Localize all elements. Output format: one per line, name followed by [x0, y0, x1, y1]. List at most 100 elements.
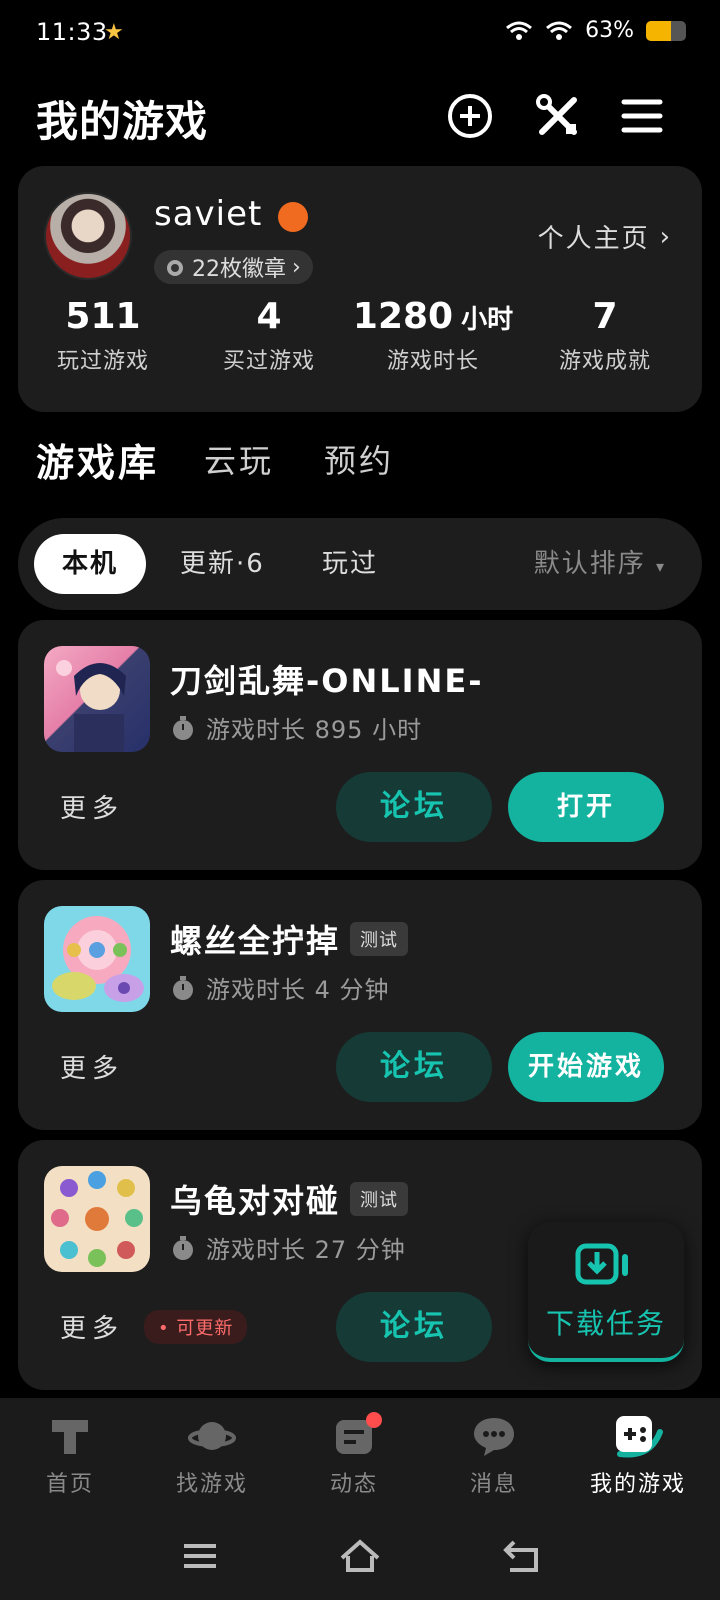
username: saviet [154, 194, 263, 234]
download-label: 下载任务 [545, 1307, 666, 1340]
stopwatch-icon [173, 975, 193, 1000]
badges-pill[interactable]: 22枚徽章 › [154, 250, 313, 284]
notification-dot [366, 1412, 382, 1428]
forum-button[interactable]: 论坛 [336, 1292, 492, 1362]
wifi-icon [546, 21, 573, 40]
open-button[interactable]: 打开 [508, 772, 664, 842]
nav-home[interactable]: 首页 [10, 1412, 130, 1498]
stat-bought[interactable]: 4 买过游戏 [184, 296, 354, 375]
game-icon [44, 646, 150, 752]
stat-value: 4 [256, 296, 282, 337]
game-card[interactable]: 螺丝全拧掉 测试 游戏时长 4 分钟 更多 论坛 开始游戏 [18, 880, 702, 1130]
stat-value: 1280 [352, 296, 454, 337]
playtime-label: 游戏时长 895 小时 [206, 716, 423, 744]
game-icon [44, 1166, 150, 1272]
page-header: 我的游戏 [0, 84, 720, 148]
game-card[interactable]: 刀剑乱舞-ONLINE- 游戏时长 895 小时 更多 论坛 打开 [18, 620, 702, 870]
sort-label: 默认排序 [533, 549, 646, 579]
verified-badge-icon [278, 202, 308, 232]
recents-icon[interactable] [178, 1534, 222, 1578]
filter-local[interactable]: 本机 [34, 534, 147, 594]
tab-label: 游戏库 [36, 441, 160, 485]
more-button[interactable]: 更多 [60, 788, 124, 825]
more-button[interactable]: 更多 [60, 1048, 124, 1085]
chevron-right-icon: › [292, 254, 301, 280]
game-title: 乌龟对对碰 [170, 1182, 341, 1220]
game-icon [44, 906, 150, 1012]
tab-cloud[interactable]: 云玩 [204, 436, 274, 482]
test-tag: 测试 [350, 1182, 409, 1216]
game-name: 螺丝全拧掉 测试 [170, 916, 409, 962]
more-label: 更多 [60, 1314, 125, 1344]
filter-updates[interactable]: 更新·6 [180, 534, 265, 594]
filter-played[interactable]: 玩过 [322, 534, 378, 594]
status-time: 11:33 [36, 18, 108, 46]
bottom-nav: 首页 找游戏 动态 消息 我的游戏 [0, 1398, 720, 1510]
stat-value: 511 [65, 296, 141, 337]
medal-icon [167, 260, 183, 276]
stat-achievements[interactable]: 7 游戏成就 [520, 296, 690, 375]
more-label: 更多 [60, 794, 125, 824]
profile-card: saviet 22枚徽章 › 个人主页 › 511 玩过游戏 4 买过游戏 12… [18, 166, 702, 412]
home-icon [52, 1420, 88, 1454]
game-playtime: 游戏时长 4 分钟 [170, 970, 390, 1005]
download-tasks-button[interactable]: 下载任务 [528, 1222, 684, 1362]
chevron-right-icon: › [659, 221, 672, 252]
game-playtime: 游戏时长 27 分钟 [170, 1230, 406, 1265]
stat-label: 游戏成就 [558, 349, 651, 374]
status-right: 63% [505, 18, 686, 43]
sort-dropdown[interactable]: 默认排序 ▾ [534, 534, 666, 594]
avatar[interactable] [44, 192, 132, 280]
stat-played[interactable]: 511 玩过游戏 [18, 296, 188, 375]
game-name: 乌龟对对碰 测试 [170, 1176, 409, 1222]
homepage-label: 个人主页 [537, 224, 650, 254]
stat-value: 7 [592, 296, 618, 337]
stat-unit: 小时 [461, 305, 514, 335]
homepage-link[interactable]: 个人主页 › [538, 218, 672, 255]
nav-label: 找游戏 [175, 1472, 248, 1497]
back-icon[interactable] [500, 1534, 544, 1578]
start-game-button[interactable]: 开始游戏 [508, 1032, 664, 1102]
test-tag: 测试 [350, 922, 409, 956]
nav-my-games[interactable]: 我的游戏 [578, 1412, 698, 1498]
planet-icon [188, 1422, 236, 1450]
nav-label: 我的游戏 [589, 1472, 686, 1497]
nav-label: 消息 [469, 1472, 518, 1497]
stat-playtime[interactable]: 1280 小时 游戏时长 [348, 296, 518, 375]
battery-text: 63% [585, 18, 634, 43]
game-title: 刀剑乱舞-ONLINE- [170, 662, 484, 700]
nav-label: 首页 [45, 1472, 94, 1497]
stat-label: 玩过游戏 [56, 349, 149, 374]
tools-icon[interactable] [532, 90, 584, 142]
home-nav-icon[interactable] [338, 1534, 382, 1578]
nav-label: 动态 [329, 1472, 378, 1497]
forum-button[interactable]: 论坛 [336, 1032, 492, 1102]
badges-label: 22枚徽章 [192, 257, 286, 282]
star-icon: ★ [104, 20, 124, 45]
download-icon [575, 1243, 628, 1285]
menu-icon[interactable] [616, 90, 668, 142]
system-nav-bar [0, 1510, 720, 1600]
tab-reserve[interactable]: 预约 [324, 436, 394, 482]
stat-label: 游戏时长 [386, 349, 479, 374]
battery-fill [646, 20, 672, 41]
stopwatch-icon [173, 1235, 193, 1260]
nav-messages[interactable]: 消息 [434, 1412, 554, 1498]
status-bar: 11:33 ★ 63% [0, 0, 720, 64]
tab-library[interactable]: 游戏库 [36, 432, 160, 487]
wifi-signal-icon [506, 21, 533, 40]
add-icon[interactable] [444, 90, 496, 142]
game-title: 螺丝全拧掉 [170, 922, 341, 960]
gamepad-icon [616, 1416, 663, 1458]
more-label: 更多 [60, 1054, 125, 1084]
more-button[interactable]: 更多 • 可更新 [60, 1308, 248, 1345]
game-name: 刀剑乱舞-ONLINE- [170, 656, 484, 702]
page-title: 我的游戏 [36, 97, 209, 146]
update-available-badge: • 可更新 [144, 1309, 248, 1344]
chevron-down-icon: ▾ [655, 557, 666, 576]
nav-feed[interactable]: 动态 [294, 1412, 414, 1498]
chat-icon [474, 1418, 514, 1456]
forum-button[interactable]: 论坛 [336, 772, 492, 842]
nav-find-games[interactable]: 找游戏 [152, 1412, 272, 1498]
game-playtime: 游戏时长 895 小时 [170, 710, 422, 745]
